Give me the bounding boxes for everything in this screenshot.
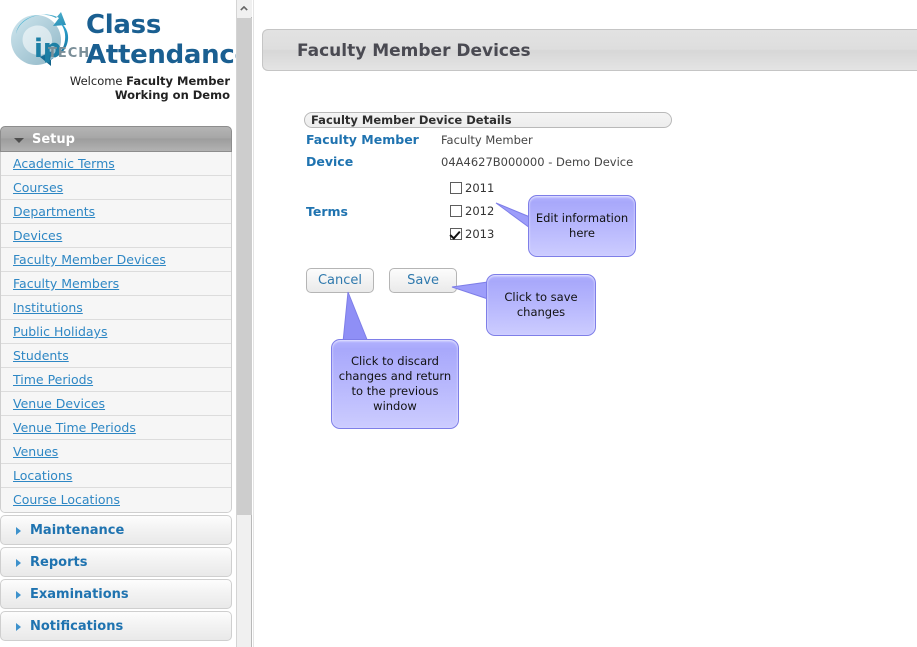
sidebar-section-setup-label: Setup xyxy=(32,132,75,147)
sidebar-accordion: Setup Academic Terms Courses Departments… xyxy=(0,126,232,641)
svg-text:TECH: TECH xyxy=(48,46,88,61)
chevron-right-icon xyxy=(16,527,21,535)
sidebar-item-label[interactable]: Public Holidays xyxy=(13,324,107,339)
scroll-up-button[interactable] xyxy=(237,0,252,17)
sidebar-item-devices[interactable]: Devices xyxy=(1,224,231,248)
form-row-device: Device 04A4627B000000 - Demo Device xyxy=(304,154,672,172)
sidebar-item-venue-time-periods[interactable]: Venue Time Periods xyxy=(1,416,231,440)
sidebar-section-examinations[interactable]: Examinations xyxy=(0,579,232,609)
iptech-globe-logo-icon: ip TECH xyxy=(4,8,89,74)
device-label: Device xyxy=(306,154,354,169)
callout-edit-text: Edit information here xyxy=(535,211,629,240)
page-header-bar: Faculty Member Devices xyxy=(262,29,917,71)
sidebar-section-examinations-label: Examinations xyxy=(30,587,129,602)
sidebar-section-notifications[interactable]: Notifications xyxy=(0,611,232,641)
sidebar-item-label[interactable]: Students xyxy=(13,348,69,363)
sidebar-item-label[interactable]: Institutions xyxy=(13,300,83,315)
sidebar-item-label[interactable]: Courses xyxy=(13,180,63,195)
sidebar-item-label[interactable]: Devices xyxy=(13,228,62,243)
sidebar-item-locations[interactable]: Locations xyxy=(1,464,231,488)
app-title: Class Attendance xyxy=(86,10,236,70)
callout-edit-information: Edit information here xyxy=(528,195,636,257)
sidebar-section-setup[interactable]: Setup xyxy=(0,126,232,152)
callout-save-changes: Click to save changes xyxy=(486,274,596,336)
callout-save-text: Click to save changes xyxy=(504,290,578,319)
terms-label: Terms xyxy=(306,204,348,219)
sidebar-item-public-holidays[interactable]: Public Holidays xyxy=(1,320,231,344)
sidebar-item-faculty-members[interactable]: Faculty Members xyxy=(1,272,231,296)
device-value: 04A4627B000000 - Demo Device xyxy=(441,155,634,169)
main-content: Faculty Member Devices Faculty Member De… xyxy=(256,0,917,647)
term-checkbox-2011-row[interactable]: 2011 xyxy=(450,181,494,203)
chevron-up-icon xyxy=(240,6,248,11)
sidebar-section-reports-label: Reports xyxy=(30,555,88,570)
term-checkbox-2012-row[interactable]: 2012 xyxy=(450,204,494,226)
term-checkbox-2013[interactable] xyxy=(450,228,462,240)
sidebar-scrollbar-thumb[interactable] xyxy=(237,18,252,515)
sidebar-item-students[interactable]: Students xyxy=(1,344,231,368)
sidebar-section-maintenance[interactable]: Maintenance xyxy=(0,515,232,545)
term-label-2012: 2012 xyxy=(465,204,495,218)
welcome-line: Welcome Faculty Member xyxy=(60,74,230,88)
sidebar-item-course-locations[interactable]: Course Locations xyxy=(1,488,231,512)
sidebar-scrollbar[interactable] xyxy=(236,0,252,647)
callout-cancel-discard: Click to discard changes and return to t… xyxy=(331,339,459,429)
chevron-right-icon xyxy=(16,559,21,567)
sidebar-item-label[interactable]: Time Periods xyxy=(13,372,93,387)
welcome-user-name: Faculty Member xyxy=(126,74,230,88)
form-actions: Cancel Save xyxy=(306,268,467,293)
term-checkbox-2011[interactable] xyxy=(450,182,462,194)
brand-header: ip TECH Class Attendance Welcome Faculty… xyxy=(0,0,236,110)
sidebar-setup-items: Academic Terms Courses Departments Devic… xyxy=(0,152,232,513)
sidebar-section-notifications-label: Notifications xyxy=(30,619,124,634)
welcome-prefix: Welcome xyxy=(69,74,127,88)
sidebar-item-venue-devices[interactable]: Venue Devices xyxy=(1,392,231,416)
save-button[interactable]: Save xyxy=(389,268,458,293)
sidebar-section-reports[interactable]: Reports xyxy=(0,547,232,577)
sidebar-item-courses[interactable]: Courses xyxy=(1,176,231,200)
sidebar-item-departments[interactable]: Departments xyxy=(1,200,231,224)
page-title: Faculty Member Devices xyxy=(297,41,531,61)
chevron-down-icon xyxy=(14,138,24,143)
term-checkbox-2012[interactable] xyxy=(450,205,462,217)
faculty-member-label: Faculty Member xyxy=(306,132,419,147)
form-row-faculty-member: Faculty Member Faculty Member xyxy=(304,132,672,150)
term-label-2013: 2013 xyxy=(465,227,495,241)
sidebar-item-faculty-member-devices[interactable]: Faculty Member Devices xyxy=(1,248,231,272)
term-label-2011: 2011 xyxy=(465,181,495,195)
sidebar-item-label[interactable]: Locations xyxy=(13,468,72,483)
chevron-right-icon xyxy=(16,623,21,631)
sidebar-item-label[interactable]: Venue Time Periods xyxy=(13,420,136,435)
sidebar-item-venues[interactable]: Venues xyxy=(1,440,231,464)
sidebar-item-label[interactable]: Faculty Members xyxy=(13,276,119,291)
sidebar-item-time-periods[interactable]: Time Periods xyxy=(1,368,231,392)
left-sidebar: ip TECH Class Attendance Welcome Faculty… xyxy=(0,0,236,647)
sidebar-item-institutions[interactable]: Institutions xyxy=(1,296,231,320)
sidebar-item-label[interactable]: Course Locations xyxy=(13,492,120,507)
sidebar-item-academic-terms[interactable]: Academic Terms xyxy=(1,152,231,176)
chevron-right-icon xyxy=(16,591,21,599)
sidebar-item-label[interactable]: Departments xyxy=(13,204,95,219)
sidebar-section-maintenance-label: Maintenance xyxy=(30,523,125,538)
fieldset-legend: Faculty Member Device Details xyxy=(304,112,672,128)
sidebar-item-label[interactable]: Academic Terms xyxy=(13,156,115,171)
sidebar-item-label[interactable]: Venue Devices xyxy=(13,396,105,411)
sidebar-item-label[interactable]: Faculty Member Devices xyxy=(13,252,166,267)
faculty-member-value: Faculty Member xyxy=(441,133,533,147)
sidebar-item-label[interactable]: Venues xyxy=(13,444,58,459)
cancel-button[interactable]: Cancel xyxy=(306,268,374,293)
callout-cancel-text: Click to discard changes and return to t… xyxy=(338,354,452,413)
working-on-line: Working on Demo xyxy=(114,88,230,102)
term-checkbox-2013-row[interactable]: 2013 xyxy=(450,227,494,249)
